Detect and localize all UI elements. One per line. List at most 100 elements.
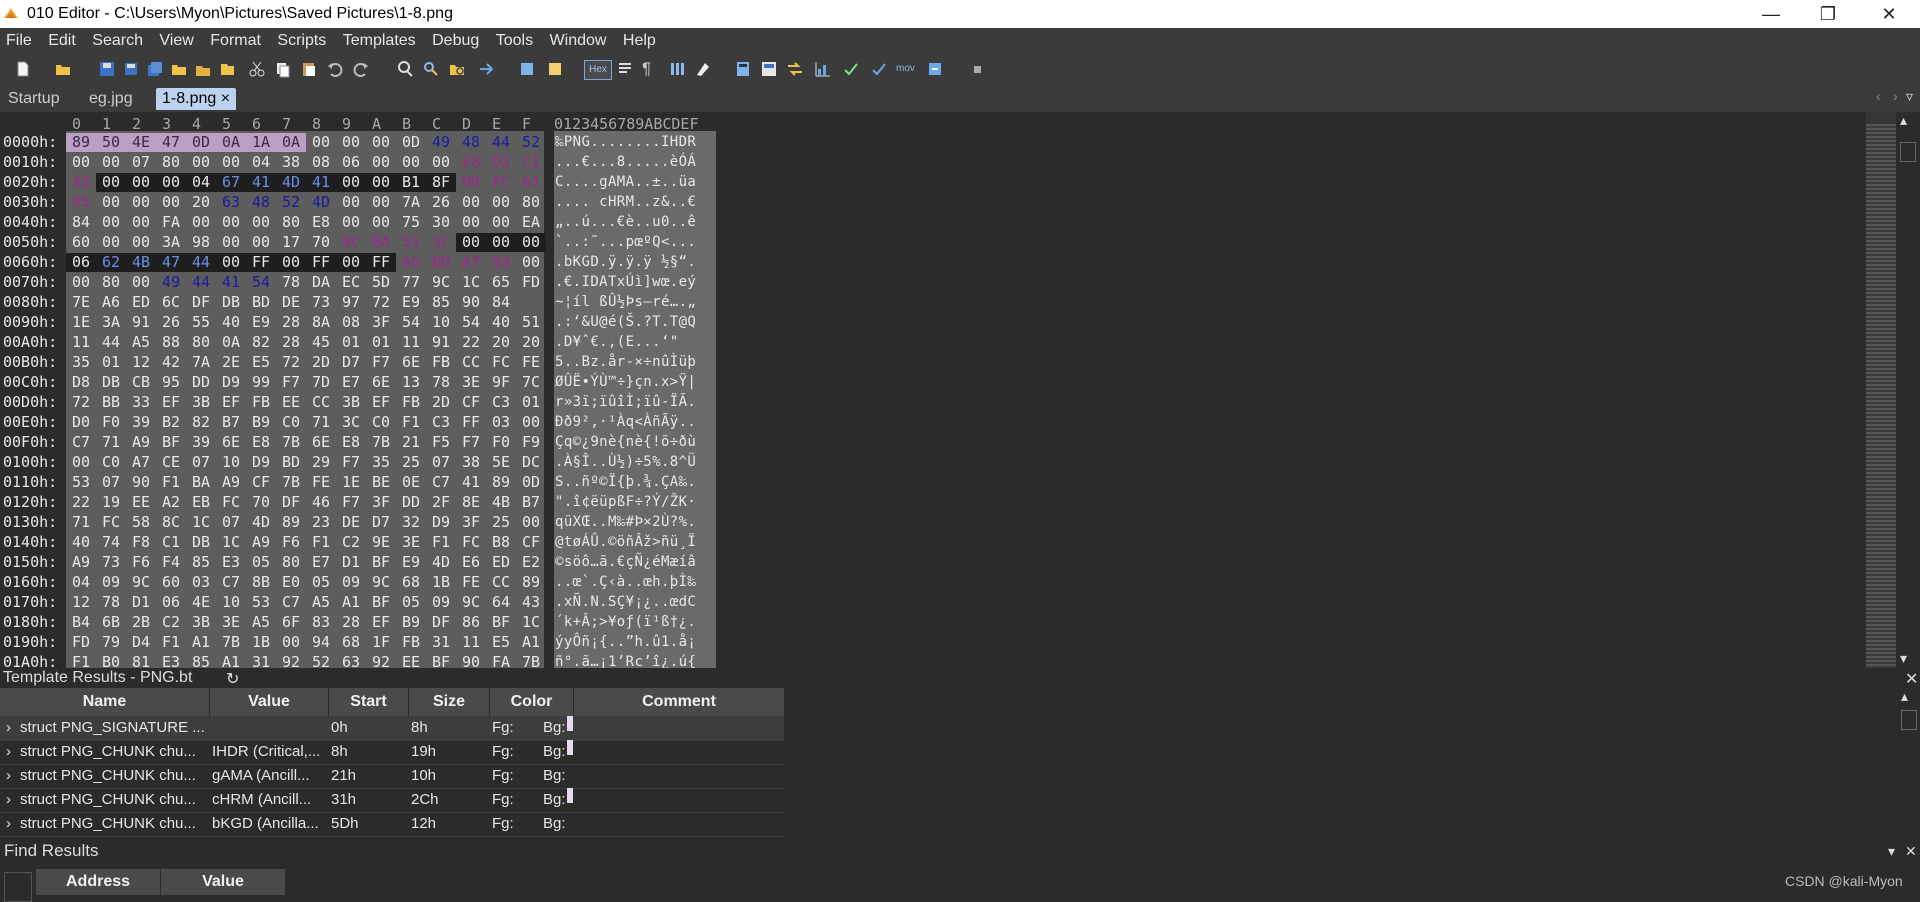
template-scroll-thumb[interactable] bbox=[1901, 710, 1917, 730]
hex-byte[interactable]: 09 bbox=[96, 573, 126, 592]
hex-byte[interactable]: E8 bbox=[456, 153, 486, 172]
ascii-row[interactable]: ñ°.ã…¡1’Rc’î¿.ú{ bbox=[555, 653, 696, 668]
hex-byte[interactable]: C7 bbox=[276, 593, 306, 612]
hex-byte[interactable]: F4 bbox=[156, 553, 186, 572]
hex-byte[interactable]: 85 bbox=[186, 653, 216, 668]
hex-byte[interactable]: 00 bbox=[456, 193, 486, 212]
hex-byte[interactable]: 82 bbox=[246, 333, 276, 352]
hex-byte[interactable]: D0 bbox=[66, 413, 96, 432]
hex-byte[interactable]: A1 bbox=[336, 593, 366, 612]
hex-byte[interactable]: 68 bbox=[336, 633, 366, 652]
hex-byte[interactable]: BF bbox=[486, 613, 516, 632]
hex-byte[interactable]: B0 bbox=[96, 653, 126, 668]
hex-byte[interactable]: FC bbox=[486, 173, 516, 192]
restore-button[interactable]: ❐ bbox=[1800, 0, 1856, 28]
hex-byte[interactable]: DF bbox=[426, 613, 456, 632]
hex-byte[interactable]: 00 bbox=[276, 253, 306, 272]
hex-byte[interactable]: EF bbox=[366, 393, 396, 412]
hex-byte[interactable]: DB bbox=[216, 293, 246, 312]
hex-byte[interactable]: 10 bbox=[426, 313, 456, 332]
hex-byte[interactable]: A5 bbox=[246, 613, 276, 632]
ascii-row[interactable]: Ðð9²‚·¹Àq<ÀñÃÿ.. bbox=[555, 413, 696, 432]
hex-byte[interactable]: 68 bbox=[396, 573, 426, 592]
hex-byte[interactable]: 1B bbox=[426, 573, 456, 592]
hex-byte[interactable]: 07 bbox=[426, 453, 456, 472]
paste-icon[interactable] bbox=[300, 60, 318, 78]
hex-byte[interactable]: FB bbox=[426, 353, 456, 372]
hex-byte[interactable]: 00 bbox=[426, 153, 456, 172]
find-col-header-address[interactable]: Address bbox=[36, 869, 160, 895]
hex-byte[interactable]: BB bbox=[96, 393, 126, 412]
hex-byte[interactable]: 1E bbox=[66, 313, 96, 332]
tab-1-8-png[interactable]: 1-8.png × bbox=[156, 88, 237, 110]
hex-byte[interactable]: 12 bbox=[126, 353, 156, 372]
hex-byte[interactable]: F7 bbox=[276, 373, 306, 392]
hex-byte[interactable]: E3 bbox=[156, 653, 186, 668]
hex-byte[interactable]: E7 bbox=[336, 373, 366, 392]
hex-byte[interactable]: 90 bbox=[126, 473, 156, 492]
refresh-icon[interactable]: ↻ bbox=[226, 669, 239, 689]
hex-byte[interactable]: EE bbox=[276, 393, 306, 412]
hex-byte[interactable]: 45 bbox=[306, 333, 336, 352]
hex-byte[interactable]: 11 bbox=[456, 633, 486, 652]
hex-byte[interactable]: C0 bbox=[276, 413, 306, 432]
ascii-row[interactable]: C....gAMA..±..üa bbox=[555, 173, 696, 192]
hex-byte[interactable]: 1C bbox=[456, 273, 486, 292]
hex-byte[interactable]: 26 bbox=[426, 193, 456, 212]
hex-byte[interactable]: CC bbox=[486, 573, 516, 592]
hex-byte[interactable]: 54 bbox=[246, 273, 276, 292]
hex-byte[interactable]: 00 bbox=[336, 133, 366, 152]
hex-byte[interactable]: 47 bbox=[156, 253, 186, 272]
hex-byte[interactable]: A9 bbox=[126, 433, 156, 452]
find-col-header-value[interactable]: Value bbox=[161, 869, 285, 895]
hex-byte[interactable]: 05 bbox=[396, 593, 426, 612]
show-whitespace-icon[interactable]: ¶ bbox=[642, 60, 660, 78]
hex-byte[interactable]: 7B bbox=[516, 653, 546, 668]
minimize-button[interactable]: — bbox=[1743, 0, 1799, 28]
hex-byte[interactable]: E8 bbox=[306, 213, 336, 232]
hex-byte[interactable]: 72 bbox=[276, 353, 306, 372]
hex-byte[interactable]: EF bbox=[216, 393, 246, 412]
hex-byte[interactable]: D1 bbox=[126, 593, 156, 612]
hex-byte[interactable]: FC bbox=[456, 533, 486, 552]
hex-byte[interactable]: F8 bbox=[126, 533, 156, 552]
hex-byte[interactable]: B8 bbox=[486, 533, 516, 552]
hex-byte[interactable]: 85 bbox=[186, 553, 216, 572]
hex-byte[interactable]: 19 bbox=[96, 493, 126, 512]
hex-byte[interactable]: 71 bbox=[306, 413, 336, 432]
hex-byte[interactable]: E8 bbox=[246, 433, 276, 452]
hex-byte[interactable]: 00 bbox=[516, 413, 546, 432]
hex-byte[interactable]: 42 bbox=[156, 353, 186, 372]
hex-byte[interactable]: DC bbox=[516, 453, 546, 472]
hex-byte[interactable]: 00 bbox=[366, 193, 396, 212]
hex-byte[interactable]: 00 bbox=[486, 233, 516, 252]
expand-arrow-icon[interactable]: › bbox=[6, 788, 11, 812]
hex-byte[interactable]: 00 bbox=[126, 213, 156, 232]
hex-byte[interactable]: FD bbox=[66, 633, 96, 652]
hex-byte[interactable]: 89 bbox=[66, 133, 96, 152]
hex-byte[interactable]: F6 bbox=[276, 533, 306, 552]
hex-byte[interactable]: F1 bbox=[396, 413, 426, 432]
hex-byte[interactable]: F0 bbox=[486, 433, 516, 452]
expand-arrow-icon[interactable]: › bbox=[6, 716, 11, 740]
hex-byte[interactable]: 80 bbox=[516, 193, 546, 212]
compare-icon[interactable] bbox=[786, 60, 804, 78]
hex-byte[interactable]: 60 bbox=[66, 233, 96, 252]
hex-byte[interactable]: 9C bbox=[336, 233, 366, 252]
menu-format[interactable]: Format bbox=[204, 28, 267, 50]
hex-byte[interactable]: 03 bbox=[186, 573, 216, 592]
hex-byte[interactable]: 46 bbox=[306, 493, 336, 512]
hex-byte[interactable]: 00 bbox=[336, 173, 366, 192]
hex-byte[interactable]: C3 bbox=[486, 393, 516, 412]
hex-byte[interactable]: 75 bbox=[396, 213, 426, 232]
highlight-icon[interactable] bbox=[694, 60, 712, 78]
ascii-row[interactable]: .À§Î..Ù½)÷5%.8^Ü bbox=[555, 453, 696, 472]
scroll-up-icon[interactable]: ▴ bbox=[1900, 112, 1907, 129]
hex-byte[interactable]: 1E bbox=[336, 473, 366, 492]
find-in-files-icon[interactable] bbox=[448, 60, 466, 78]
scroll-down-icon[interactable]: ▾ bbox=[1900, 650, 1907, 667]
replace-icon[interactable] bbox=[422, 60, 440, 78]
checksum-icon[interactable] bbox=[842, 60, 860, 78]
hex-byte[interactable]: 8C bbox=[156, 513, 186, 532]
hex-byte[interactable]: DF bbox=[186, 293, 216, 312]
